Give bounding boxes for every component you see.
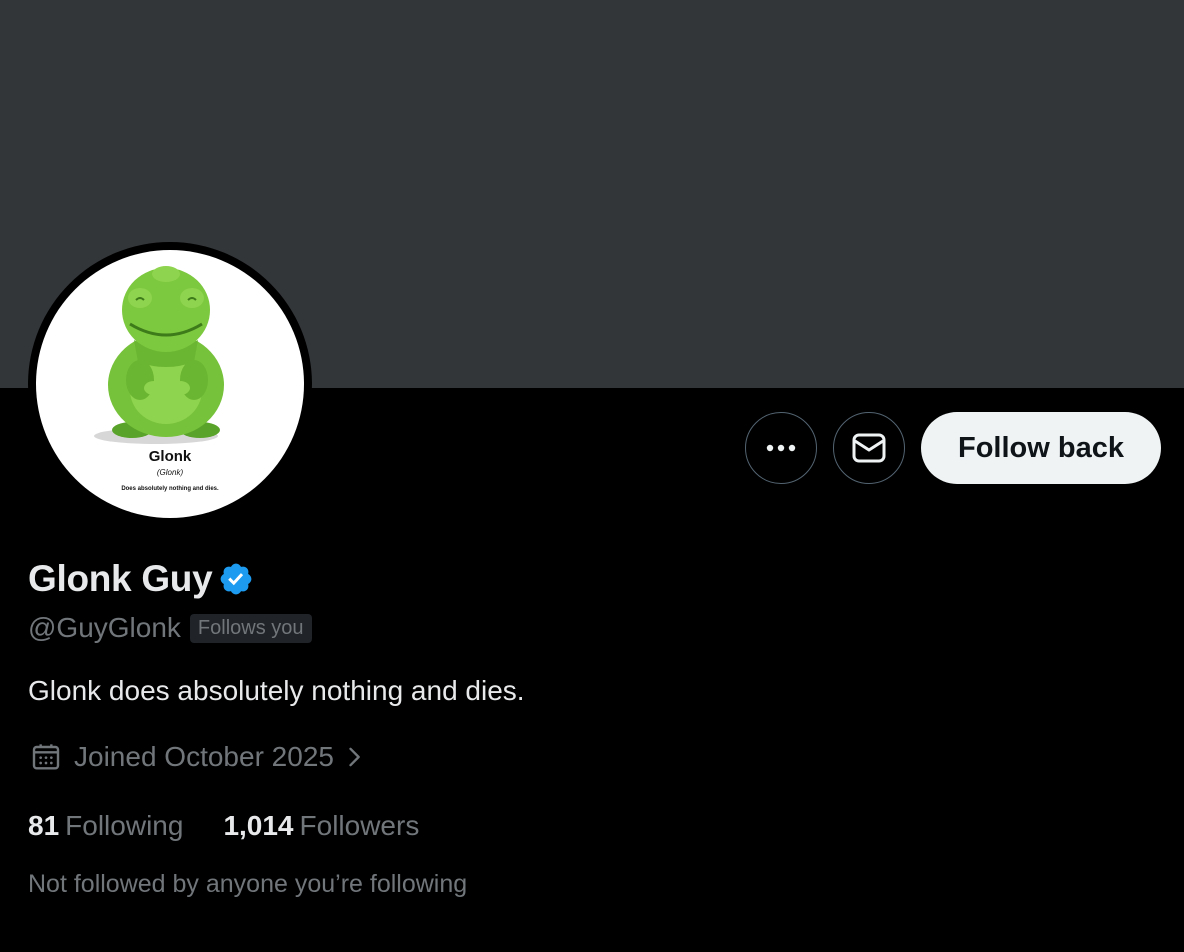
envelope-icon xyxy=(852,433,886,463)
profile-avatar[interactable]: Glonk (Glonk) Does absolutely nothing an… xyxy=(28,242,312,526)
handle-row: @GuyGlonk Follows you xyxy=(28,612,312,644)
profile-bio: Glonk does absolutely nothing and dies. xyxy=(28,675,525,706)
name-row: Glonk Guy xyxy=(28,558,254,600)
mutual-followers-note: Not followed by anyone you’re following xyxy=(28,870,468,898)
chevron-right-icon xyxy=(349,747,360,767)
avatar-image: Glonk (Glonk) Does absolutely nothing an… xyxy=(36,250,304,518)
followers-link[interactable]: 1,014 Followers xyxy=(223,810,419,842)
calendar-icon xyxy=(32,744,60,770)
display-name: Glonk Guy xyxy=(28,558,213,599)
avatar-caption-title: Glonk xyxy=(148,448,192,465)
more-options-button[interactable] xyxy=(745,412,817,484)
followers-label: Followers xyxy=(299,810,420,841)
follow-back-button[interactable]: Follow back xyxy=(921,412,1161,484)
more-horizontal-icon xyxy=(766,444,796,452)
avatar-caption-subtitle: (Glonk) xyxy=(156,468,184,477)
verified-badge-icon[interactable] xyxy=(218,561,254,597)
following-label: Following xyxy=(65,810,184,841)
followers-count: 1,014 xyxy=(223,810,294,841)
user-handle: @GuyGlonk xyxy=(28,612,181,643)
following-count: 81 xyxy=(28,810,60,841)
following-link[interactable]: 81 Following xyxy=(28,810,183,842)
avatar-caption-description: Does absolutely nothing and dies. xyxy=(121,486,219,492)
joined-date-text: Joined October 2025 xyxy=(74,741,334,772)
joined-date-link[interactable]: Joined October 2025 xyxy=(30,741,366,773)
message-button[interactable] xyxy=(833,412,905,484)
glonk-illustration xyxy=(94,266,224,444)
follows-you-badge: Follows you xyxy=(189,613,312,643)
follow-stats: 81 Following 1,014 Followers xyxy=(28,810,419,842)
